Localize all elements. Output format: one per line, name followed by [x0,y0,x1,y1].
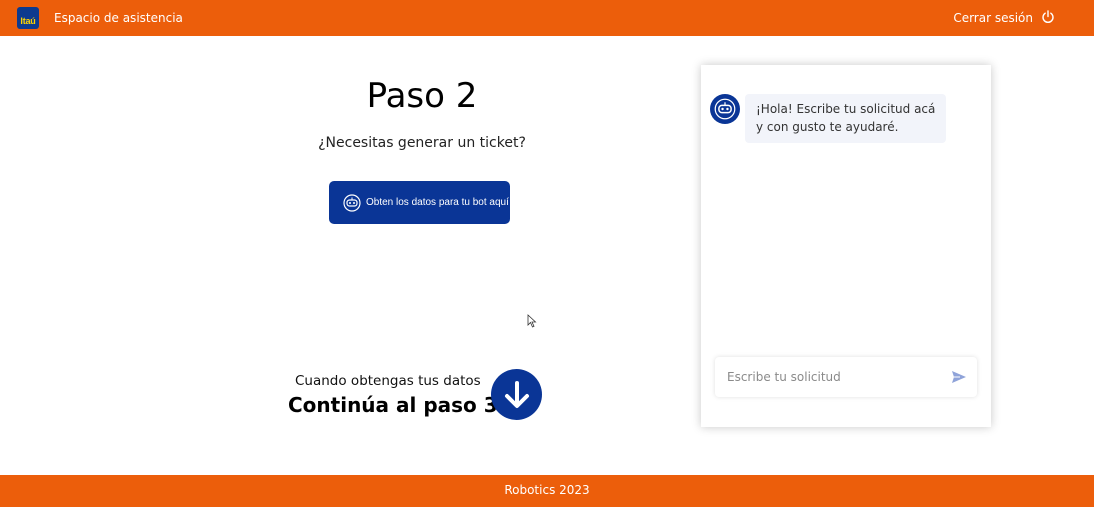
itau-logo[interactable]: Itaú [17,7,39,29]
power-icon[interactable] [1041,10,1055,24]
bot-avatar [710,94,740,124]
bot-message: ¡Hola! Escribe tu solicitud acá y con gu… [745,94,946,143]
get-bot-data-label: Obten los datos para tu bot aquí [366,197,509,208]
app-title: Espacio de asistencia [54,11,183,25]
chat-input-container [715,357,977,397]
step-title: Paso 2 [366,76,478,116]
top-bar: Itaú Espacio de asistencia Cerrar sesión [0,0,1094,36]
arrow-down-icon [504,380,529,408]
robot-icon [343,193,361,212]
logout-button[interactable]: Cerrar sesión [953,11,1033,25]
get-bot-data-button[interactable]: Obten los datos para tu bot aquí [329,181,510,224]
footer: Robotics 2023 [0,475,1094,507]
footer-text: Robotics 2023 [504,483,590,497]
continue-subtitle: Cuando obtengas tus datos [295,373,481,389]
mouse-cursor-icon [527,314,537,328]
chat-panel: ¡Hola! Escribe tu solicitud acá y con gu… [701,65,991,427]
robot-icon [714,98,736,120]
continue-title: Continúa al paso 3 [288,393,498,417]
ticket-question: ¿Necesitas generar un ticket? [318,135,526,151]
send-icon[interactable] [951,370,967,384]
chat-input[interactable] [715,357,940,397]
continue-arrow-button[interactable] [491,369,542,420]
